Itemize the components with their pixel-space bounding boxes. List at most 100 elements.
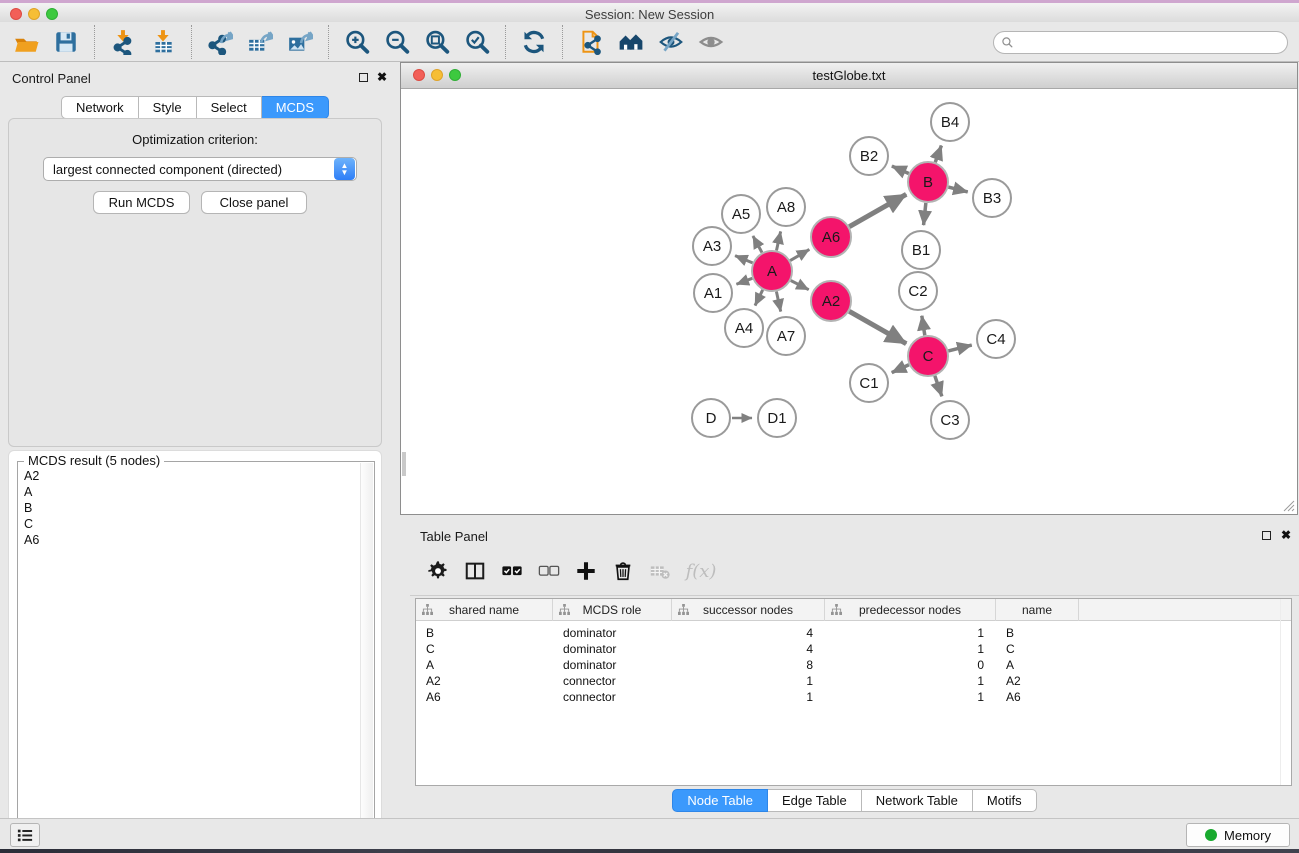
- graph-node-label: C3: [940, 412, 959, 429]
- table-row-A[interactable]: Adominator80A: [416, 657, 1291, 673]
- graph-edge-A-A6[interactable]: [790, 249, 809, 260]
- column-header-name[interactable]: name: [996, 599, 1079, 621]
- table-scrollbar[interactable]: [1280, 599, 1281, 785]
- deselect-all-icon[interactable]: [533, 555, 565, 587]
- memory-button[interactable]: Memory: [1186, 823, 1290, 847]
- zoom-out-icon[interactable]: [380, 25, 414, 59]
- cell: connector: [553, 673, 672, 689]
- toolbar-separator: [328, 25, 329, 59]
- app-title: Session: New Session: [0, 7, 1299, 22]
- graph-edge-B-B3[interactable]: [948, 187, 967, 192]
- show-panels-list-button[interactable]: [10, 823, 40, 847]
- search-icon: [1001, 36, 1014, 49]
- cell: A6: [416, 689, 553, 705]
- run-mcds-button[interactable]: Run MCDS: [93, 191, 190, 214]
- import-table-icon[interactable]: [146, 25, 180, 59]
- float-panel-icon[interactable]: [359, 73, 368, 82]
- delete-row-icon[interactable]: [607, 555, 639, 587]
- column-header-MCDS-role[interactable]: MCDS role: [553, 599, 672, 621]
- tab-style[interactable]: Style: [139, 96, 197, 119]
- cell: 1: [825, 625, 996, 641]
- graph-node-label: B4: [941, 114, 959, 131]
- network-canvas[interactable]: AA1A2A3A4A5A6A7A8BB1B2B3B4CC1C2C3C4DD1: [401, 89, 1297, 514]
- open-session-icon[interactable]: [9, 25, 43, 59]
- tab-edge-table[interactable]: Edge Table: [768, 789, 862, 812]
- float-table-panel-icon[interactable]: [1262, 531, 1271, 540]
- result-item[interactable]: B: [22, 500, 356, 516]
- add-row-icon[interactable]: [570, 555, 602, 587]
- hide-panels-icon[interactable]: [654, 25, 688, 59]
- graph-edge-B-B2[interactable]: [892, 166, 909, 173]
- zoom-selected-icon[interactable]: [460, 25, 494, 59]
- export-network-icon[interactable]: [203, 25, 237, 59]
- column-header-predecessor-nodes[interactable]: predecessor nodes: [825, 599, 996, 621]
- table-row-C[interactable]: Cdominator41C: [416, 641, 1291, 657]
- close-panel-icon[interactable]: ✖: [377, 70, 387, 84]
- graph-node-label: C1: [859, 375, 878, 392]
- home-icon[interactable]: [614, 25, 648, 59]
- graph-edge-A-A4[interactable]: [755, 290, 763, 306]
- network-window-title: testGlobe.txt: [401, 68, 1297, 83]
- graph-node-label: D1: [767, 410, 786, 427]
- search-box[interactable]: [993, 31, 1288, 54]
- result-item[interactable]: A: [22, 484, 356, 500]
- tab-node-table[interactable]: Node Table: [672, 789, 768, 812]
- graph-edge-B-B1[interactable]: [924, 203, 926, 225]
- show-panels-icon[interactable]: [694, 25, 728, 59]
- optimization-select[interactable]: largest connected component (directed) ▲…: [43, 157, 357, 181]
- mcds-tab-content: Optimization criterion: largest connecte…: [8, 118, 382, 447]
- graph-edge-A-A7[interactable]: [776, 292, 780, 312]
- save-session-icon[interactable]: [49, 25, 83, 59]
- graph-edge-A6-B[interactable]: [849, 194, 906, 226]
- cell: 4: [672, 641, 825, 657]
- function-builder-icon: f(x): [681, 555, 721, 587]
- columns-icon[interactable]: [459, 555, 491, 587]
- cell: A: [416, 657, 553, 673]
- export-table-icon[interactable]: [243, 25, 277, 59]
- close-panel-button[interactable]: Close panel: [201, 191, 307, 214]
- result-item[interactable]: C: [22, 516, 356, 532]
- import-network-icon[interactable]: [106, 25, 140, 59]
- zoom-in-icon[interactable]: [340, 25, 374, 59]
- tab-network[interactable]: Network: [61, 96, 139, 119]
- graph-edge-A2-C[interactable]: [849, 311, 906, 343]
- graph-edge-C-C1[interactable]: [892, 365, 909, 373]
- tab-mcds[interactable]: MCDS: [262, 96, 329, 119]
- graph-edge-A-A2[interactable]: [791, 281, 809, 290]
- graph-edge-C-C4[interactable]: [948, 345, 971, 351]
- settings-icon[interactable]: [422, 555, 454, 587]
- table-row-A6[interactable]: A6connector11A6: [416, 689, 1291, 705]
- tab-network-table[interactable]: Network Table: [862, 789, 973, 812]
- network-window-titlebar[interactable]: testGlobe.txt: [401, 63, 1297, 89]
- table-header-row: shared nameMCDS rolesuccessor nodesprede…: [416, 599, 1291, 621]
- graph-edge-A-A5[interactable]: [753, 236, 762, 253]
- graph-edge-A-A8[interactable]: [776, 231, 780, 250]
- tab-select[interactable]: Select: [197, 96, 262, 119]
- column-header-successor-nodes[interactable]: successor nodes: [672, 599, 825, 621]
- graph-edge-C-C3[interactable]: [935, 376, 942, 396]
- new-network-from-file-icon[interactable]: [574, 25, 608, 59]
- refresh-icon[interactable]: [517, 25, 551, 59]
- node-table: shared nameMCDS rolesuccessor nodesprede…: [415, 598, 1292, 786]
- table-row-B[interactable]: Bdominator41B: [416, 625, 1291, 641]
- result-item[interactable]: A2: [22, 468, 356, 484]
- export-image-icon[interactable]: [283, 25, 317, 59]
- graph-edge-B-B4[interactable]: [935, 145, 941, 162]
- graph-edge-C-C2[interactable]: [922, 316, 925, 336]
- result-item[interactable]: A6: [22, 532, 356, 548]
- delete-table-icon: [644, 555, 676, 587]
- table-row-A2[interactable]: A2connector11A2: [416, 673, 1291, 689]
- zoom-fit-icon[interactable]: [420, 25, 454, 59]
- graph-node-label: A4: [735, 320, 753, 337]
- result-scrollbar[interactable]: [360, 463, 373, 853]
- resize-grip-icon[interactable]: [1281, 498, 1295, 512]
- tab-motifs[interactable]: Motifs: [973, 789, 1037, 812]
- desktop-bottom-strip: [0, 849, 1299, 853]
- graph-edge-A-A1[interactable]: [736, 278, 752, 284]
- close-table-panel-icon[interactable]: ✖: [1281, 528, 1291, 542]
- select-all-icon[interactable]: [496, 555, 528, 587]
- search-input[interactable]: [1019, 34, 1287, 52]
- cell: 1: [825, 641, 996, 657]
- graph-edge-A-A3[interactable]: [735, 256, 753, 263]
- column-header-shared-name[interactable]: shared name: [416, 599, 553, 621]
